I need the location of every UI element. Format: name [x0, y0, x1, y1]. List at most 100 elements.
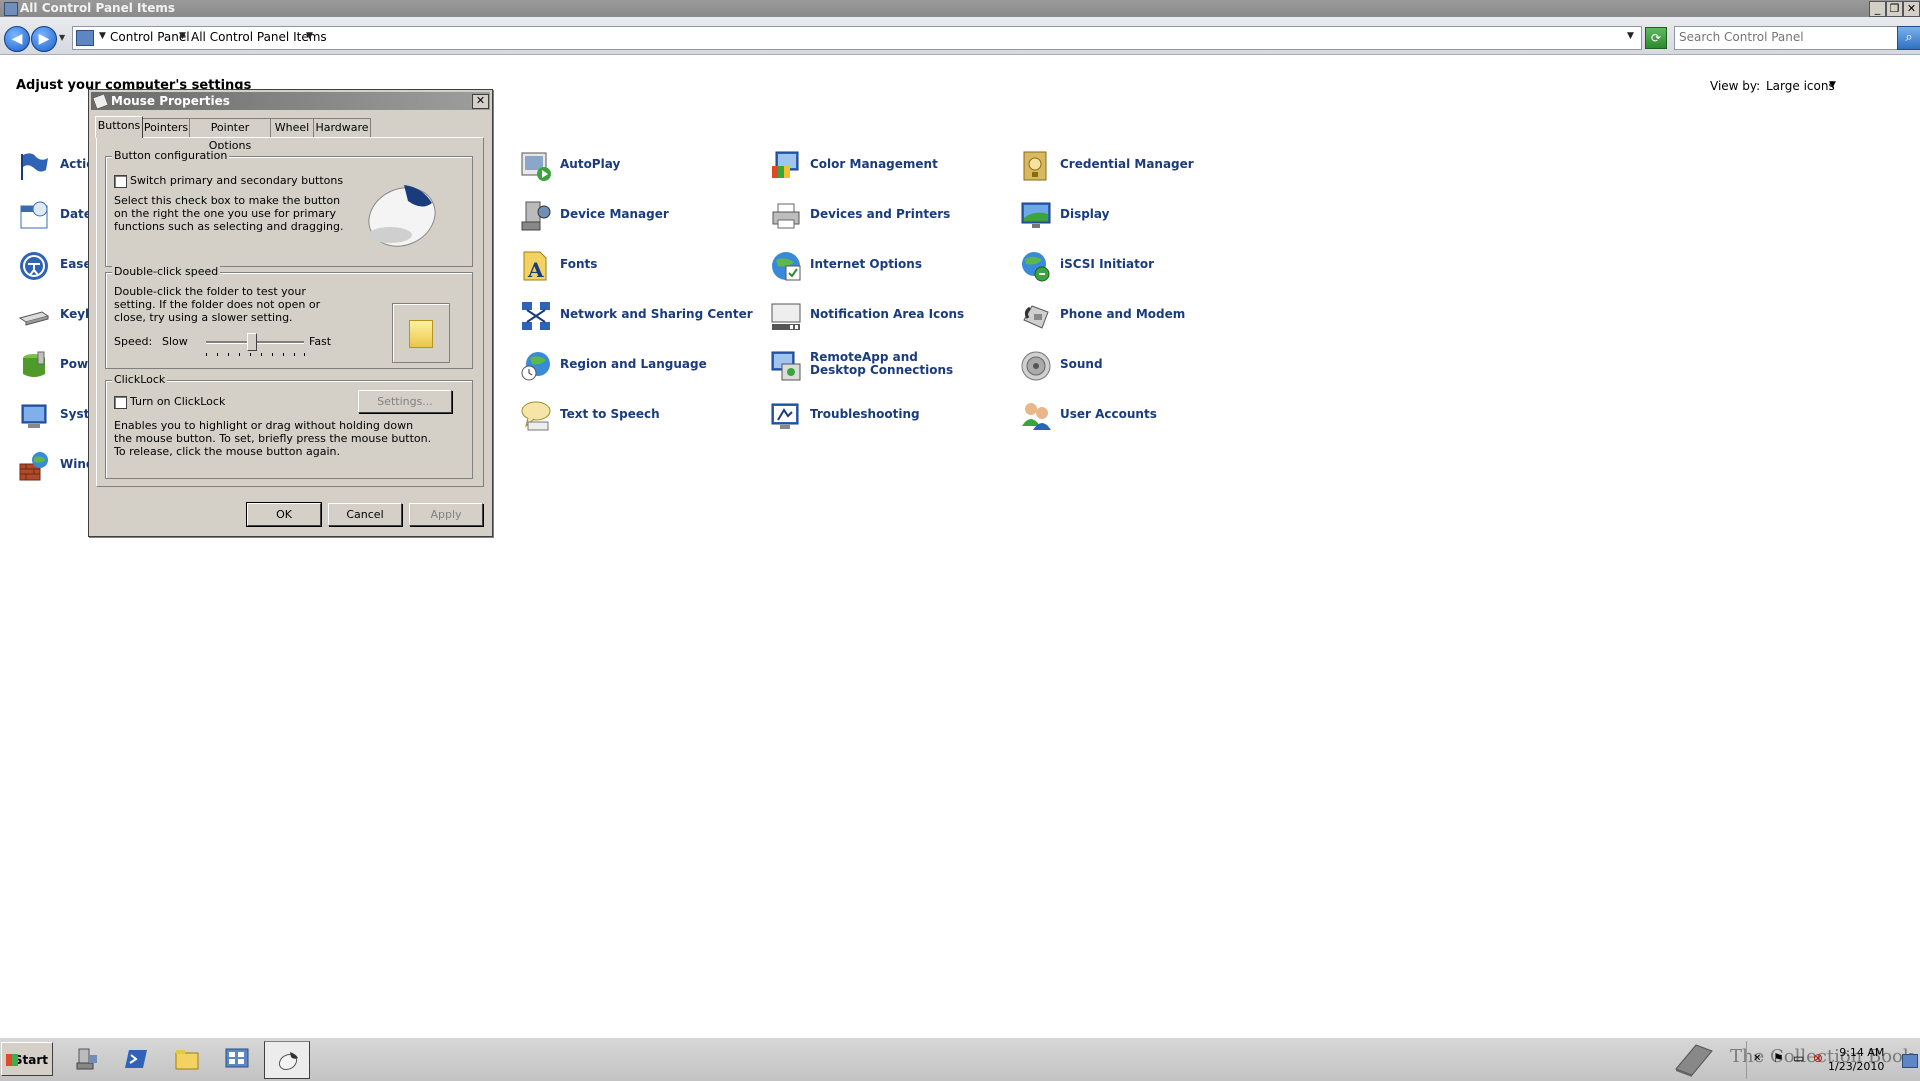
address-history-dropdown-icon[interactable]: ▼ — [1627, 31, 1634, 41]
globe-icon — [772, 252, 801, 281]
cp-item-label: RemoteApp and Desktop Connections — [810, 350, 954, 377]
windows-flag-icon — [6, 1054, 18, 1066]
control-panel-icon — [225, 1048, 249, 1068]
speed-slider-thumb[interactable] — [247, 333, 257, 351]
cp-item-label: AutoPlay — [560, 157, 621, 171]
show-desktop-icon[interactable] — [1902, 1054, 1918, 1068]
start-button[interactable]: Start — [1, 1042, 53, 1076]
button-config-description: Select this check box to make the button… — [114, 194, 344, 233]
cancel-button[interactable]: Cancel — [328, 503, 402, 526]
dialog-title-bar[interactable]: Mouse Properties ✕ — [91, 92, 490, 110]
search-box[interactable] — [1674, 26, 1898, 50]
iscsi-icon — [1022, 252, 1050, 282]
window-title-bar: All Control Panel Items _ ❐ ✕ — [0, 0, 1920, 17]
taskbar-mouse-properties[interactable] — [264, 1041, 310, 1079]
autoplay-icon — [521, 152, 551, 181]
taskbar-explorer[interactable] — [164, 1041, 208, 1077]
cp-item-label: Text to Speech — [560, 407, 660, 421]
clock-time: 9:14 AM — [1839, 1046, 1885, 1059]
powershell-icon — [125, 1050, 147, 1068]
clicklock-checkbox[interactable] — [114, 396, 127, 409]
credential-vault-icon — [1023, 151, 1047, 181]
network-icon — [522, 302, 550, 330]
taskbar-powershell[interactable] — [114, 1041, 158, 1077]
flag-icon — [21, 153, 48, 180]
tab-hardware[interactable]: Hardware — [313, 118, 371, 137]
cp-item-label: Sound — [1060, 357, 1103, 371]
folder-icon[interactable] — [409, 320, 433, 348]
tab-pointer-options[interactable]: Pointer Options — [189, 118, 271, 152]
restore-button[interactable]: ❐ — [1886, 1, 1903, 17]
switch-buttons-label[interactable]: Switch primary and secondary buttons — [130, 174, 343, 187]
breadcrumb-control-panel[interactable]: Control Panel — [110, 30, 190, 44]
cp-item-label: Region and Language — [560, 357, 707, 371]
firewall-icon — [19, 452, 48, 481]
button-configuration-group: Button configuration Switch primary and … — [105, 149, 473, 267]
globe-clock-icon — [521, 352, 550, 381]
accessibility-icon — [20, 252, 48, 280]
chevron-down-icon[interactable]: ▼ — [1829, 80, 1836, 90]
tab-wheel[interactable]: Wheel — [270, 118, 314, 137]
chevron-down-icon[interactable]: ▼ — [179, 31, 186, 41]
volume-muted-icon[interactable]: ⊗ — [1813, 1051, 1823, 1065]
clicklock-group: ClickLock Turn on ClickLock Settings... … — [105, 373, 473, 479]
book-icon — [1675, 1044, 1713, 1077]
battery-icon — [23, 351, 45, 377]
speaker-icon — [1021, 351, 1051, 381]
control-panel-icon — [76, 30, 94, 46]
cp-item-label: Color Management — [810, 157, 938, 171]
clock[interactable]: 9:14 AM 1/23/2010 — [1828, 1046, 1884, 1074]
cp-item-label: Troubleshooting — [810, 407, 920, 421]
cp-item-label: Device Manager — [560, 207, 669, 221]
switch-buttons-checkbox[interactable] — [114, 175, 127, 188]
color-management-icon — [772, 151, 799, 178]
server-manager-icon — [76, 1048, 97, 1070]
close-button[interactable]: ✕ — [1903, 1, 1920, 17]
mouse-icon — [278, 1052, 298, 1071]
view-by-select[interactable]: Large icons — [1766, 79, 1835, 93]
troubleshooting-icon — [771, 403, 799, 429]
window-title: All Control Panel Items — [20, 1, 176, 15]
cp-item-label: Display — [1060, 207, 1110, 221]
fonts-icon: A — [523, 251, 547, 282]
clicklock-label[interactable]: Turn on ClickLock — [130, 395, 225, 408]
search-input[interactable] — [1675, 27, 1893, 47]
ok-button[interactable]: OK — [246, 502, 322, 527]
apply-button[interactable]: Apply — [409, 503, 483, 526]
double-click-description: Double-click the folder to test your set… — [114, 285, 321, 324]
network-icon[interactable]: ▭ — [1793, 1051, 1804, 1065]
chevron-down-icon[interactable]: ▼ — [306, 31, 313, 41]
cp-item-label: Fonts — [560, 257, 598, 271]
control-panel-icon — [4, 2, 18, 16]
chevron-down-icon[interactable]: ▼ — [99, 31, 106, 41]
minimize-button[interactable]: _ — [1869, 1, 1886, 17]
cp-item-label: Notification Area Icons — [810, 307, 965, 321]
svg-text:A: A — [527, 258, 544, 282]
remote-desktop-icon — [771, 351, 801, 381]
slow-label: Slow — [162, 335, 188, 348]
taskbar-control-panel[interactable] — [214, 1041, 258, 1077]
test-folder-area[interactable] — [392, 303, 450, 363]
back-button[interactable]: ◀ — [4, 26, 30, 52]
dialog-title: Mouse Properties — [111, 94, 230, 108]
clicklock-settings-button[interactable]: Settings... — [358, 390, 452, 413]
address-field[interactable]: ▼ Control Panel ▼ All Control Panel Item… — [72, 26, 1642, 50]
cp-item-label: iSCSI Initiator — [1060, 257, 1155, 271]
double-click-speed-group: Double-click speed Double-click the fold… — [105, 265, 473, 369]
search-icon[interactable]: ⌕ — [1897, 26, 1920, 50]
refresh-icon[interactable]: ⟳ — [1645, 27, 1667, 49]
cp-item-label: Network and Sharing Center — [560, 307, 753, 321]
keyboard-icon — [18, 311, 50, 326]
mouse-icon — [92, 93, 109, 110]
forward-button[interactable]: ▶ — [31, 26, 57, 52]
slider-ticks — [206, 353, 305, 356]
cp-item-label: Credential Manager — [1060, 157, 1194, 171]
show-hidden-icons-icon[interactable]: ✕ — [1753, 1053, 1761, 1064]
computer-icon — [21, 404, 47, 428]
tab-pointers[interactable]: Pointers — [142, 118, 190, 137]
flag-icon[interactable]: ⚑ — [1773, 1051, 1784, 1065]
tab-buttons[interactable]: Buttons — [95, 116, 143, 138]
taskbar-server-manager[interactable] — [64, 1041, 108, 1077]
recent-pages-dropdown-icon[interactable]: ▼ — [59, 33, 65, 42]
dialog-close-button[interactable]: ✕ — [472, 94, 489, 109]
